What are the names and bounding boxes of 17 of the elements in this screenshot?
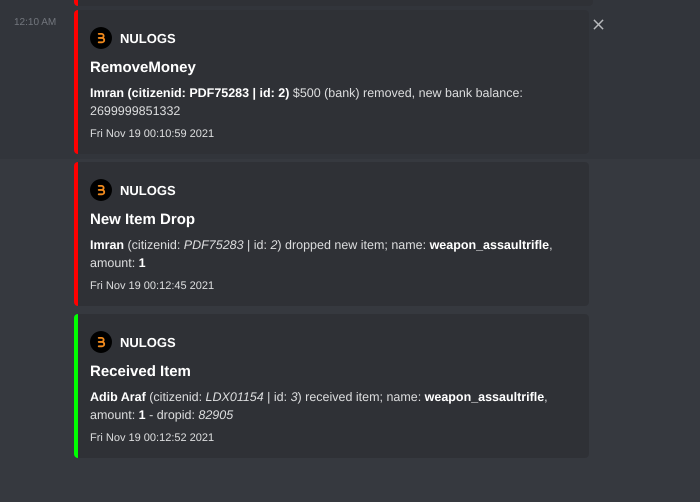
avatar-icon (90, 331, 112, 353)
embed-title: RemoveMoney (90, 59, 197, 76)
author-name: NULOGS (120, 30, 176, 46)
avatar-icon (90, 179, 112, 201)
author-name: NULOGS (120, 182, 176, 198)
avatar-icon (90, 27, 112, 49)
embed-title: New Item Drop (90, 211, 196, 228)
embed-footer: Fri Nov 19 00:10:59 2021 (90, 128, 577, 140)
embed-footer: Fri Nov 19 00:12:52 2021 (90, 432, 577, 444)
embed-footer: Fri Nov 19 00:12:45 2021 (90, 280, 577, 292)
embed-title: Received Item (90, 363, 192, 380)
embed-description: Imran (citizenid: PDF75283 | id: 2) dropped new item; name: weapon_assaultrifle, amount: 1 (90, 237, 554, 272)
embed-description: Imran (citizenid: PDF75283 | id: 2) $500 (bank) removed, new bank balance: 2699999851332 (90, 85, 524, 120)
close-icon[interactable] (593, 19, 604, 30)
message-time: 12:10 AM (14, 17, 58, 28)
embed-description: Adib Araf (citizenid: LDX01154 | id: 3) received item; name: weapon_assaultrifle, amount: 1 - dropid: 82905 (90, 389, 549, 424)
author-name: NULOGS (120, 334, 176, 350)
